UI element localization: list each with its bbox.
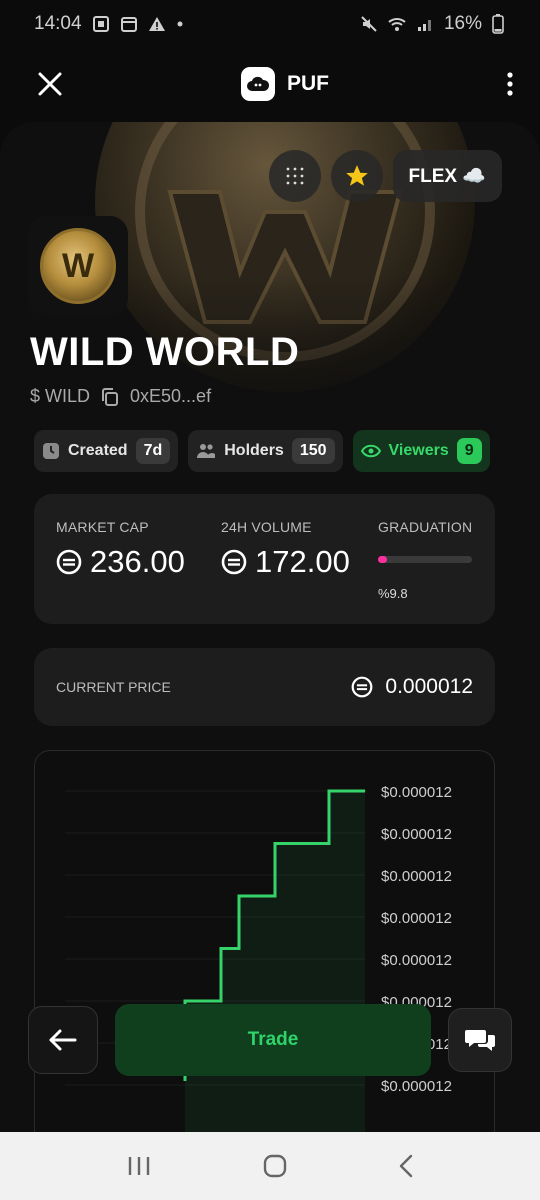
battery-level: 16% [443,13,482,34]
y-tick-label: $0.000012 [381,826,452,843]
warning-icon [148,17,165,31]
mute-icon [361,16,377,32]
coin-logo: W [40,228,116,304]
app-logo [241,67,275,101]
more-vertical-icon[interactable] [506,71,514,97]
chart-point [364,790,366,792]
chart-point [220,948,222,949]
graduation-label: GRADUATION [378,519,473,535]
token-name: WILD WORLD [30,330,300,374]
calendar-icon [120,17,137,32]
created-label: Created [68,442,128,459]
stats-panel: MARKET CAP 236.00 24H VOLUME 172.00 GRAD… [34,494,495,624]
hero-actions: FLEX ☁️ [268,150,502,202]
dot-icon [177,21,183,27]
flex-button[interactable]: FLEX ☁️ [392,150,502,202]
app-title: PUF [287,72,329,95]
token-meta: $ WILD 0xE50...ef [30,386,211,407]
trade-button[interactable]: Trade [115,1004,431,1076]
arrow-left-icon [49,1029,77,1051]
y-tick-label: $0.000012 [381,952,452,969]
chart-point [256,895,258,897]
token-ticker: $ WILD [30,386,91,406]
app-bar: PUF [0,48,540,120]
copy-icon[interactable] [100,387,120,407]
clock-icon [43,443,59,459]
market-cap-label: MARKET CAP [56,519,149,535]
app-header: PUF [241,67,329,101]
status-left: 14:04 [34,13,184,35]
home-icon[interactable] [263,1154,287,1178]
created-chip: Created 7d [34,430,179,472]
currency-icon [56,549,82,575]
y-tick-label: $0.000012 [381,1078,452,1095]
back-button[interactable] [28,1006,98,1074]
current-price-panel: CURRENT PRICE 0.000012 [34,648,495,726]
graduation-progress-fill [378,556,388,563]
back-nav-icon[interactable] [398,1154,414,1178]
viewers-chip[interactable]: Viewers 9 [352,430,490,472]
grid-dots-icon [286,167,303,185]
viewers-label: Viewers [388,442,449,459]
wifi-icon [388,18,406,31]
signal-icon [417,20,431,31]
y-tick-label: $0.000012 [381,910,452,927]
chart-point [292,843,294,844]
chat-button[interactable] [448,1008,512,1072]
volume-label: 24H VOLUME [221,519,312,535]
currency-icon [351,676,373,698]
system-nav-bar [0,1132,540,1200]
users-icon [197,444,216,458]
status-time: 14:04 [34,13,82,34]
created-value: 7d [135,438,171,464]
token-address[interactable]: 0xE50...ef [130,386,211,407]
currency-icon [221,549,247,575]
market-cap: 236.00 [56,544,185,580]
volume-value: 172.00 [255,544,350,579]
favorite-button[interactable] [330,150,383,202]
close-icon[interactable] [36,70,64,98]
cloud-icon [247,76,270,91]
chart-point [238,895,240,897]
chart-point [346,790,348,792]
token-card: FLEX ☁️ W WILD WORLD $ WILD 0xE50...ef C… [0,122,540,1132]
recent-apps-icon[interactable] [126,1155,152,1177]
token-avatar: W [28,216,128,316]
y-tick-label: $0.000012 [381,784,452,801]
chart-point [274,843,276,844]
market-cap-value: 236.00 [90,544,185,579]
holders-chip[interactable]: Holders 150 [188,430,343,472]
chart-point [310,843,312,844]
viewers-value: 9 [456,438,482,464]
chart-point [202,1000,204,1002]
status-right: 16% [360,13,504,35]
chart-point [184,1000,186,1002]
holders-value: 150 [291,438,335,464]
graduation-percent: %9.8 [378,586,408,601]
current-price-value: 0.000012 [385,675,473,698]
eye-icon [360,444,381,458]
app-screen: 14:04 16% PUF FLEX ☁️ W WILD WORLD $ WIL… [0,0,540,1200]
coin-letter: W [61,246,95,285]
current-price-label: CURRENT PRICE [56,679,171,695]
battery-icon [492,14,504,34]
holders-label: Holders [224,442,284,459]
notification-icon [92,16,109,32]
y-tick-label: $0.000012 [381,868,452,885]
chart-point [328,790,330,792]
status-bar: 14:04 16% [0,0,540,48]
graduation-progress [378,556,472,563]
current-price: 0.000012 [351,675,473,699]
token-chips: Created 7d Holders 150 Viewers 9 [34,430,490,472]
chat-icon [465,1030,495,1051]
star-icon [345,165,368,186]
volume: 172.00 [221,544,350,580]
grid-button[interactable] [268,150,321,202]
